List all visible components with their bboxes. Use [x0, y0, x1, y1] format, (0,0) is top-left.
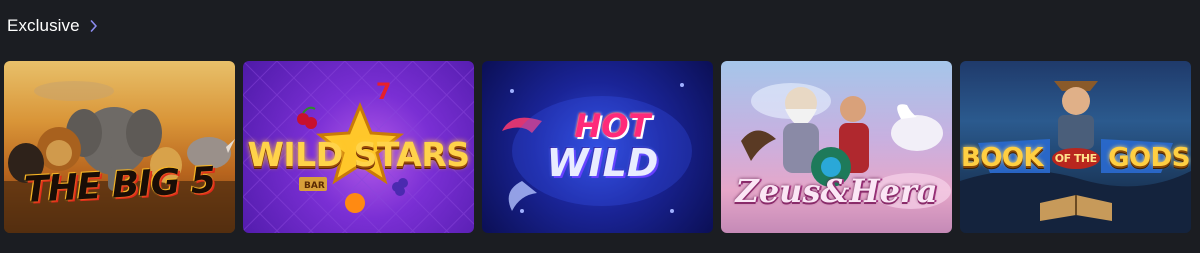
game-carousel: THE BIG 5 7 BAR WILD STARS HOT WILD Zeus… [4, 61, 1191, 233]
game-card-book-of-the-gods[interactable]: BOOK OF THE GODS [960, 61, 1191, 233]
game-card-wild-stars[interactable]: 7 BAR WILD STARS [243, 61, 474, 233]
game-card-hot-wild[interactable]: HOT WILD [482, 61, 713, 233]
game-logo-bottom: WILD [546, 141, 659, 185]
game-logo-left: BOOK [961, 143, 1044, 173]
game-logo: WILD STARS [247, 135, 470, 174]
game-logo: BOOK OF THE GODS [960, 143, 1191, 173]
section-title: Exclusive [7, 16, 80, 35]
game-logo-top: HOT [574, 107, 651, 145]
chevron-right-icon [88, 19, 100, 33]
game-logo-right: GODS [1108, 143, 1190, 173]
game-card-the-big-5[interactable]: THE BIG 5 [4, 61, 235, 233]
game-logo: Zeus&Hera [735, 172, 938, 210]
exclusive-section: Exclusive THE BIG 5 7 BAR WILD STARS HOT… [0, 0, 1200, 253]
svg-text:BAR: BAR [304, 181, 325, 191]
game-logo-mid: OF THE [1051, 148, 1100, 169]
section-header-link[interactable]: Exclusive [7, 14, 100, 38]
game-card-zeus-hera[interactable]: Zeus&Hera [721, 61, 952, 233]
svg-text:7: 7 [376, 80, 391, 105]
